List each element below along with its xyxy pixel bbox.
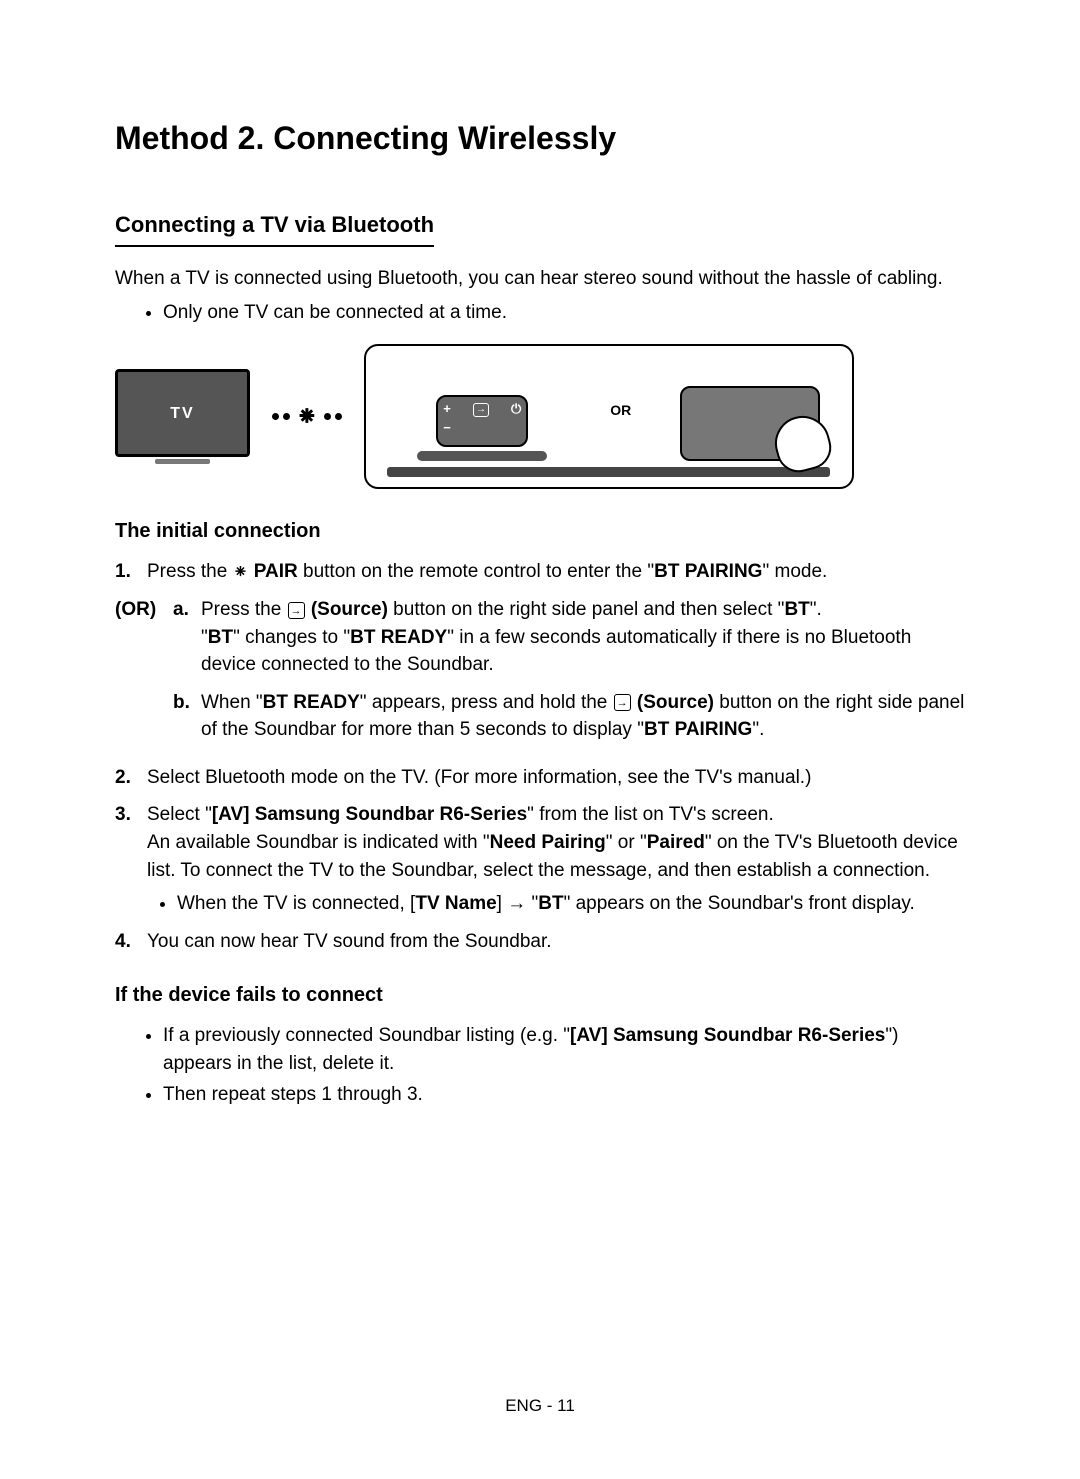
- subheading-initial-connection: The initial connection: [115, 517, 965, 546]
- bluetooth-pair-icon: ⁕: [233, 559, 249, 587]
- tv-illustration: TV: [115, 369, 250, 464]
- or-branch-label: (OR): [115, 596, 173, 754]
- intro-bullet: Only one TV can be connected at a time.: [163, 299, 965, 327]
- intro-paragraph: When a TV is connected using Bluetooth, …: [115, 265, 965, 293]
- connection-figure: TV ⁕ +→⏻ − OR: [115, 344, 965, 489]
- source-icon: [288, 602, 305, 619]
- source-icon: →: [473, 403, 489, 417]
- step-1a: a. Press the (Source) button on the righ…: [173, 596, 965, 679]
- soundbar-touch-illustration: [680, 386, 820, 461]
- step-4: 4. You can now hear TV sound from the So…: [115, 928, 965, 956]
- soundbar-bar: [387, 467, 830, 477]
- fails-bullet-1: If a previously connected Soundbar listi…: [163, 1022, 965, 1077]
- step-1: 1. Press the ⁕ PAIR button on the remote…: [115, 558, 965, 586]
- bluetooth-signal-icon: ⁕: [272, 398, 342, 436]
- step-3: 3. Select "[AV] Samsung Soundbar R6-Seri…: [115, 801, 965, 917]
- device-diagram-box: +→⏻ − OR: [364, 344, 854, 489]
- tv-screen: TV: [115, 369, 250, 457]
- remote-illustration: +→⏻ −: [397, 395, 567, 461]
- or-label: OR: [610, 400, 631, 420]
- step-2: 2. Select Bluetooth mode on the TV. (For…: [115, 764, 965, 792]
- tv-stand: [155, 459, 210, 464]
- step-1b: b. When "BT READY" appears, press and ho…: [173, 689, 965, 744]
- section-heading-bluetooth: Connecting a TV via Bluetooth: [115, 209, 434, 247]
- step-3-sub-bullet: When the TV is connected, [TV Name] → "B…: [177, 890, 965, 918]
- source-icon: [614, 694, 631, 711]
- page-title: Method 2. Connecting Wirelessly: [115, 115, 965, 161]
- subheading-fails-to-connect: If the device fails to connect: [115, 981, 965, 1010]
- page-footer: ENG - 11: [0, 1394, 1080, 1419]
- fails-bullet-2: Then repeat steps 1 through 3.: [163, 1081, 965, 1109]
- bluetooth-icon: ⁕: [294, 398, 320, 436]
